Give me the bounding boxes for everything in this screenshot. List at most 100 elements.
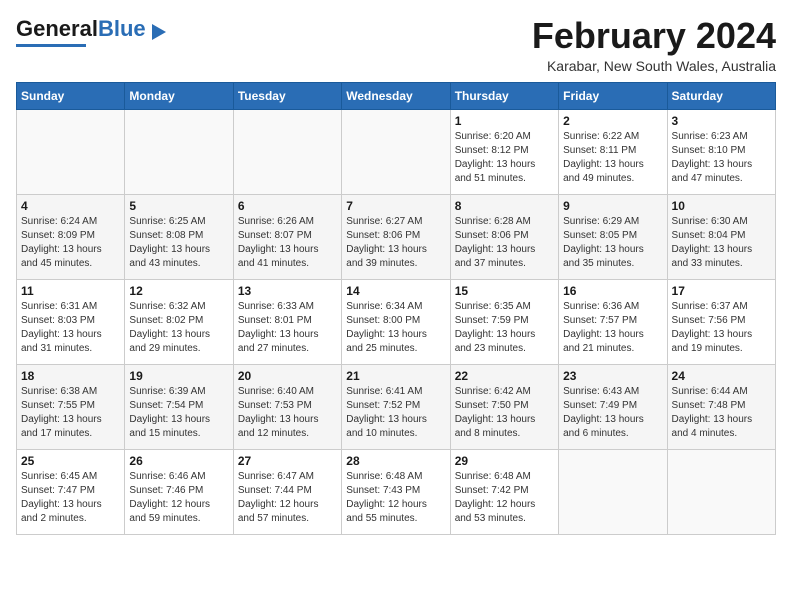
day-info: Sunrise: 6:35 AMSunset: 7:59 PMDaylight:… [455, 300, 554, 356]
logo: GeneralBlue [16, 16, 166, 47]
logo-text: GeneralBlue [16, 16, 166, 42]
day-number: 23 [563, 369, 662, 383]
day-info: Sunrise: 6:24 AMSunset: 8:09 PMDaylight:… [21, 215, 120, 271]
calendar-cell: 9 Sunrise: 6:29 AMSunset: 8:05 PMDaylight… [559, 194, 667, 279]
weekday-header-thursday: Thursday [450, 82, 558, 109]
calendar-cell: 13 Sunrise: 6:33 AMSunset: 8:01 PMDayligh… [233, 279, 341, 364]
day-info: Sunrise: 6:26 AMSunset: 8:07 PMDaylight:… [238, 215, 337, 271]
calendar-week-4: 18 Sunrise: 6:38 AMSunset: 7:55 PMDayligh… [17, 364, 776, 449]
day-number: 10 [672, 199, 771, 213]
calendar-week-1: 1 Sunrise: 6:20 AMSunset: 8:12 PMDaylight… [17, 109, 776, 194]
day-info: Sunrise: 6:27 AMSunset: 8:06 PMDaylight:… [346, 215, 445, 271]
calendar-cell: 21 Sunrise: 6:41 AMSunset: 7:52 PMDayligh… [342, 364, 450, 449]
day-number: 28 [346, 454, 445, 468]
calendar-cell: 12Sunrise: 6:32 AMSunset: 8:02 PMDayligh… [125, 279, 233, 364]
day-info: Sunrise: 6:43 AMSunset: 7:49 PMDaylight:… [563, 385, 662, 441]
calendar-body: 1 Sunrise: 6:20 AMSunset: 8:12 PMDaylight… [17, 109, 776, 534]
calendar-cell: 10 Sunrise: 6:30 AMSunset: 8:04 PMDayligh… [667, 194, 775, 279]
day-info: Sunrise: 6:39 AMSunset: 7:54 PMDaylight:… [129, 385, 228, 441]
calendar-cell: 5 Sunrise: 6:25 AMSunset: 8:08 PMDaylight… [125, 194, 233, 279]
day-number: 3 [672, 114, 771, 128]
calendar-cell: 7Sunrise: 6:27 AMSunset: 8:06 PMDaylight… [342, 194, 450, 279]
day-number: 1 [455, 114, 554, 128]
calendar-header: SundayMondayTuesdayWednesdayThursdayFrid… [17, 82, 776, 109]
day-number: 4 [21, 199, 120, 213]
calendar-cell: 8 Sunrise: 6:28 AMSunset: 8:06 PMDaylight… [450, 194, 558, 279]
day-info: Sunrise: 6:37 AMSunset: 7:56 PMDaylight:… [672, 300, 771, 356]
calendar-cell: 19 Sunrise: 6:39 AMSunset: 7:54 PMDayligh… [125, 364, 233, 449]
calendar-cell [342, 109, 450, 194]
weekday-header-saturday: Saturday [667, 82, 775, 109]
day-info: Sunrise: 6:48 AMSunset: 7:42 PMDaylight:… [455, 470, 554, 526]
calendar-cell: 24Sunrise: 6:44 AMSunset: 7:48 PMDayligh… [667, 364, 775, 449]
day-info: Sunrise: 6:20 AMSunset: 8:12 PMDaylight:… [455, 130, 554, 186]
day-number: 5 [129, 199, 228, 213]
day-number: 24 [672, 369, 771, 383]
day-number: 16 [563, 284, 662, 298]
day-number: 6 [238, 199, 337, 213]
calendar-cell: 16 Sunrise: 6:36 AMSunset: 7:57 PMDayligh… [559, 279, 667, 364]
calendar-cell [125, 109, 233, 194]
calendar-cell: 27 Sunrise: 6:47 AMSunset: 7:44 PMDayligh… [233, 449, 341, 534]
day-number: 20 [238, 369, 337, 383]
calendar-cell: 29Sunrise: 6:48 AMSunset: 7:42 PMDayligh… [450, 449, 558, 534]
day-info: Sunrise: 6:42 AMSunset: 7:50 PMDaylight:… [455, 385, 554, 441]
day-info: Sunrise: 6:34 AMSunset: 8:00 PMDaylight:… [346, 300, 445, 356]
day-info: Sunrise: 6:31 AMSunset: 8:03 PMDaylight:… [21, 300, 120, 356]
calendar-week-3: 11Sunrise: 6:31 AMSunset: 8:03 PMDayligh… [17, 279, 776, 364]
day-info: Sunrise: 6:41 AMSunset: 7:52 PMDaylight:… [346, 385, 445, 441]
calendar-cell: 6 Sunrise: 6:26 AMSunset: 8:07 PMDaylight… [233, 194, 341, 279]
day-number: 2 [563, 114, 662, 128]
day-info: Sunrise: 6:25 AMSunset: 8:08 PMDaylight:… [129, 215, 228, 271]
day-info: Sunrise: 6:22 AMSunset: 8:11 PMDaylight:… [563, 130, 662, 186]
day-number: 25 [21, 454, 120, 468]
day-info: Sunrise: 6:38 AMSunset: 7:55 PMDaylight:… [21, 385, 120, 441]
day-number: 26 [129, 454, 228, 468]
weekday-header-tuesday: Tuesday [233, 82, 341, 109]
day-number: 22 [455, 369, 554, 383]
calendar-cell: 23 Sunrise: 6:43 AMSunset: 7:49 PMDayligh… [559, 364, 667, 449]
day-number: 21 [346, 369, 445, 383]
calendar-cell [17, 109, 125, 194]
location-text: Karabar, New South Wales, Australia [532, 58, 776, 74]
month-title: February 2024 [532, 16, 776, 56]
calendar-cell: 1 Sunrise: 6:20 AMSunset: 8:12 PMDaylight… [450, 109, 558, 194]
day-info: Sunrise: 6:40 AMSunset: 7:53 PMDaylight:… [238, 385, 337, 441]
day-number: 17 [672, 284, 771, 298]
day-info: Sunrise: 6:32 AMSunset: 8:02 PMDaylight:… [129, 300, 228, 356]
day-number: 8 [455, 199, 554, 213]
day-info: Sunrise: 6:46 AMSunset: 7:46 PMDaylight:… [129, 470, 228, 526]
calendar-cell: 28 Sunrise: 6:48 AMSunset: 7:43 PMDayligh… [342, 449, 450, 534]
day-number: 18 [21, 369, 120, 383]
day-info: Sunrise: 6:23 AMSunset: 8:10 PMDaylight:… [672, 130, 771, 186]
day-info: Sunrise: 6:45 AMSunset: 7:47 PMDaylight:… [21, 470, 120, 526]
weekday-header-monday: Monday [125, 82, 233, 109]
day-info: Sunrise: 6:30 AMSunset: 8:04 PMDaylight:… [672, 215, 771, 271]
logo-underline [16, 44, 86, 47]
day-number: 13 [238, 284, 337, 298]
calendar-cell [667, 449, 775, 534]
weekday-header-friday: Friday [559, 82, 667, 109]
calendar-cell: 15 Sunrise: 6:35 AMSunset: 7:59 PMDayligh… [450, 279, 558, 364]
calendar-cell [559, 449, 667, 534]
day-info: Sunrise: 6:48 AMSunset: 7:43 PMDaylight:… [346, 470, 445, 526]
day-number: 9 [563, 199, 662, 213]
day-info: Sunrise: 6:28 AMSunset: 8:06 PMDaylight:… [455, 215, 554, 271]
day-info: Sunrise: 6:47 AMSunset: 7:44 PMDaylight:… [238, 470, 337, 526]
day-number: 15 [455, 284, 554, 298]
calendar-cell: 3 Sunrise: 6:23 AMSunset: 8:10 PMDaylight… [667, 109, 775, 194]
day-info: Sunrise: 6:29 AMSunset: 8:05 PMDaylight:… [563, 215, 662, 271]
day-number: 14 [346, 284, 445, 298]
day-number: 19 [129, 369, 228, 383]
calendar-cell: 14 Sunrise: 6:34 AMSunset: 8:00 PMDayligh… [342, 279, 450, 364]
calendar-cell: 26 Sunrise: 6:46 AMSunset: 7:46 PMDayligh… [125, 449, 233, 534]
day-info: Sunrise: 6:36 AMSunset: 7:57 PMDaylight:… [563, 300, 662, 356]
day-number: 27 [238, 454, 337, 468]
calendar-cell: 2 Sunrise: 6:22 AMSunset: 8:11 PMDaylight… [559, 109, 667, 194]
calendar-week-2: 4 Sunrise: 6:24 AMSunset: 8:09 PMDaylight… [17, 194, 776, 279]
day-info: Sunrise: 6:33 AMSunset: 8:01 PMDaylight:… [238, 300, 337, 356]
calendar-cell: 4 Sunrise: 6:24 AMSunset: 8:09 PMDaylight… [17, 194, 125, 279]
calendar-cell: 11Sunrise: 6:31 AMSunset: 8:03 PMDayligh… [17, 279, 125, 364]
calendar-cell: 20 Sunrise: 6:40 AMSunset: 7:53 PMDayligh… [233, 364, 341, 449]
calendar-cell: 22 Sunrise: 6:42 AMSunset: 7:50 PMDayligh… [450, 364, 558, 449]
